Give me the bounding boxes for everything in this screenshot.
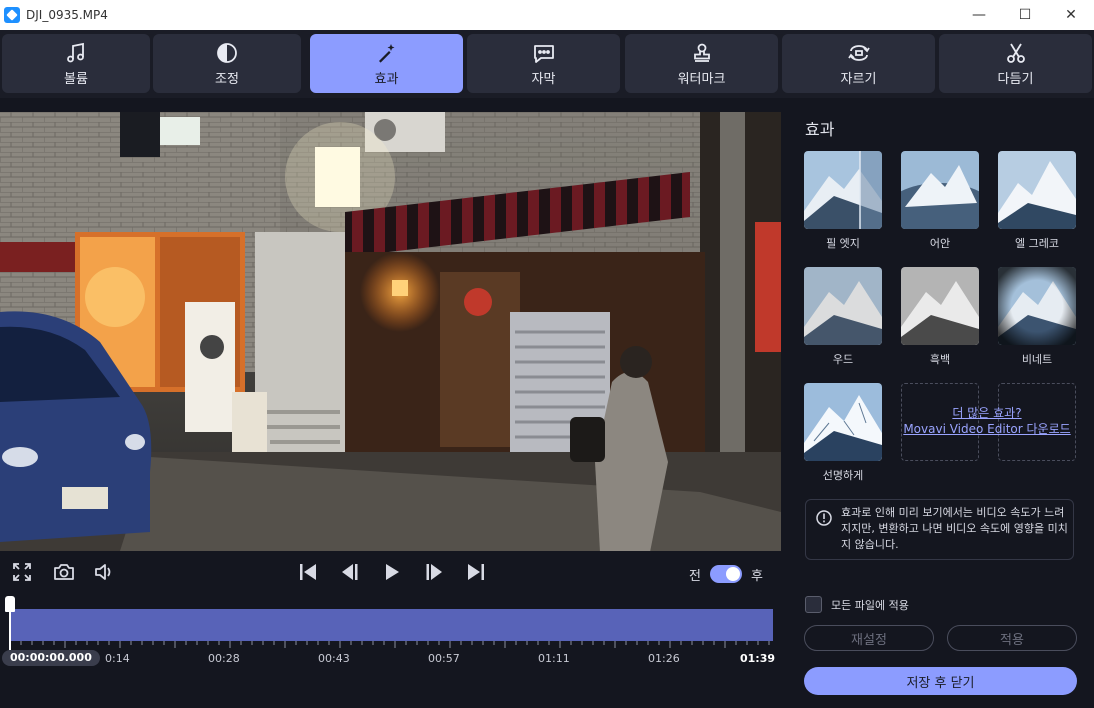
camera-icon (53, 562, 75, 586)
tab-label: 볼륨 (64, 72, 88, 87)
timeline-label: 00:57 (428, 652, 460, 665)
timeline-label: 01:11 (538, 652, 570, 665)
skip-to-start-button[interactable] (296, 562, 320, 586)
before-label: 전 (689, 569, 701, 584)
skip-start-icon (298, 562, 318, 586)
window-controls: — ☐ ✕ (956, 0, 1094, 30)
tab-label: 효과 (374, 72, 399, 87)
tab-label: 조정 (215, 72, 239, 87)
effect-sharpen[interactable]: 선명하게 (804, 383, 882, 483)
tab-label: 워터마크 (677, 72, 726, 87)
maximize-button[interactable]: ☐ (1002, 0, 1048, 30)
music-note-icon (65, 40, 87, 66)
effect-thumbnail (998, 151, 1076, 229)
tool-tabs: 볼륨 조정 효과 자막 워터마크 자르기 다듬기 (0, 30, 1094, 98)
effect-el-greco[interactable]: 엘 그레코 (998, 151, 1076, 251)
skip-to-end-button[interactable] (464, 562, 488, 586)
video-frame (0, 112, 781, 551)
apply-button[interactable]: 적용 (947, 625, 1077, 651)
fullscreen-icon (12, 562, 32, 586)
tab-crop[interactable]: 자르기 (782, 34, 935, 93)
before-after-toggle[interactable] (710, 565, 742, 583)
next-frame-button[interactable] (422, 562, 446, 586)
fullscreen-button[interactable] (10, 562, 34, 586)
timeline-label: 00:28 (208, 652, 240, 665)
previous-frame-button[interactable] (338, 562, 362, 586)
effect-name: 우드 (832, 353, 854, 366)
current-time-badge: 00:00:00.000 (2, 650, 100, 666)
video-preview[interactable] (0, 112, 781, 551)
apply-all-checkbox[interactable] (805, 596, 822, 613)
effect-vignette[interactable]: 비네트 (998, 267, 1076, 367)
download-editor-link[interactable]: Movavi Video Editor 다운로드 (897, 421, 1077, 437)
snapshot-button[interactable] (52, 562, 76, 586)
close-button[interactable]: ✕ (1048, 0, 1094, 30)
player-controls: 전 후 (0, 558, 781, 590)
step-back-icon (340, 562, 360, 586)
info-icon (816, 510, 832, 530)
after-label: 후 (751, 569, 763, 584)
tab-adjust[interactable]: 조정 (153, 34, 301, 93)
stamp-icon (691, 40, 713, 66)
timeline-labels: 0:14 00:28 00:43 00:57 01:11 01:26 01:39 (0, 650, 781, 668)
timeline-track[interactable] (10, 609, 773, 641)
toggle-knob (726, 567, 740, 581)
magic-wand-icon (376, 40, 398, 66)
timeline-label: 0:14 (105, 652, 130, 665)
skip-end-icon (466, 562, 486, 586)
effect-peel-edge[interactable]: 필 엣지 (804, 151, 882, 251)
tab-volume[interactable]: 볼륨 (2, 34, 150, 93)
effect-black-white[interactable]: 흑백 (901, 267, 979, 367)
effect-thumbnail (804, 267, 882, 345)
effect-name: 흑백 (929, 353, 951, 366)
minimize-button[interactable]: — (956, 0, 1002, 30)
playhead-line (9, 612, 11, 650)
effect-thumbnail (901, 267, 979, 345)
play-icon (382, 562, 402, 586)
tab-label: 자막 (531, 72, 556, 87)
speech-bubble-icon (532, 40, 556, 66)
step-forward-icon (424, 562, 444, 586)
more-effects-promo: 더 많은 효과? Movavi Video Editor 다운로드 (897, 405, 1077, 437)
effect-name: 비네트 (1021, 353, 1053, 366)
timeline-label: 00:43 (318, 652, 350, 665)
effect-wood[interactable]: 우드 (804, 267, 882, 367)
more-effects-link[interactable]: 더 많은 효과? (897, 405, 1077, 421)
apply-to-all-files[interactable]: 모든 파일에 적용 (805, 596, 909, 613)
panel-title: 효과 (805, 120, 835, 139)
preview-speed-notice: 효과로 인해 미리 보기에서는 비디오 속도가 느려지지만, 변환하고 나면 비… (805, 499, 1074, 560)
tab-effects[interactable]: 효과 (310, 34, 463, 93)
effect-name: 필 엣지 (826, 237, 860, 250)
timeline-label: 01:26 (648, 652, 680, 665)
scissors-icon (1005, 40, 1027, 66)
effect-fisheye[interactable]: 어안 (901, 151, 979, 251)
volume-button[interactable] (92, 562, 116, 586)
effect-thumbnail (804, 383, 882, 461)
timeline-end-label: 01:39 (740, 652, 776, 665)
effect-name: 선명하게 (822, 469, 864, 482)
tab-subtitles[interactable]: 자막 (467, 34, 620, 93)
window-title: DJI_0935.MP4 (26, 8, 108, 22)
title-bar: DJI_0935.MP4 — ☐ ✕ (0, 0, 1094, 30)
play-button[interactable] (380, 562, 404, 586)
effect-name: 엘 그레코 (1015, 237, 1059, 250)
apply-all-label: 모든 파일에 적용 (831, 598, 909, 612)
effect-thumbnail (804, 151, 882, 229)
tab-watermark[interactable]: 워터마크 (625, 34, 778, 93)
speaker-icon (93, 562, 115, 586)
effect-thumbnail (998, 267, 1076, 345)
effect-thumbnail (901, 151, 979, 229)
playhead-handle[interactable] (5, 596, 15, 612)
reset-button[interactable]: 재설정 (804, 625, 934, 651)
save-and-close-button[interactable]: 저장 후 닫기 (804, 667, 1077, 695)
app-icon (4, 7, 20, 23)
timeline-ticks (10, 641, 770, 648)
tab-trim[interactable]: 다듬기 (939, 34, 1092, 93)
tab-label: 자르기 (840, 72, 877, 87)
notice-text: 효과로 인해 미리 보기에서는 비디오 속도가 느려지지만, 변환하고 나면 비… (841, 506, 1068, 551)
rotate-crop-icon (847, 40, 871, 66)
tab-label: 다듬기 (997, 72, 1034, 87)
effect-name: 어안 (929, 237, 951, 250)
contrast-icon (216, 40, 238, 66)
